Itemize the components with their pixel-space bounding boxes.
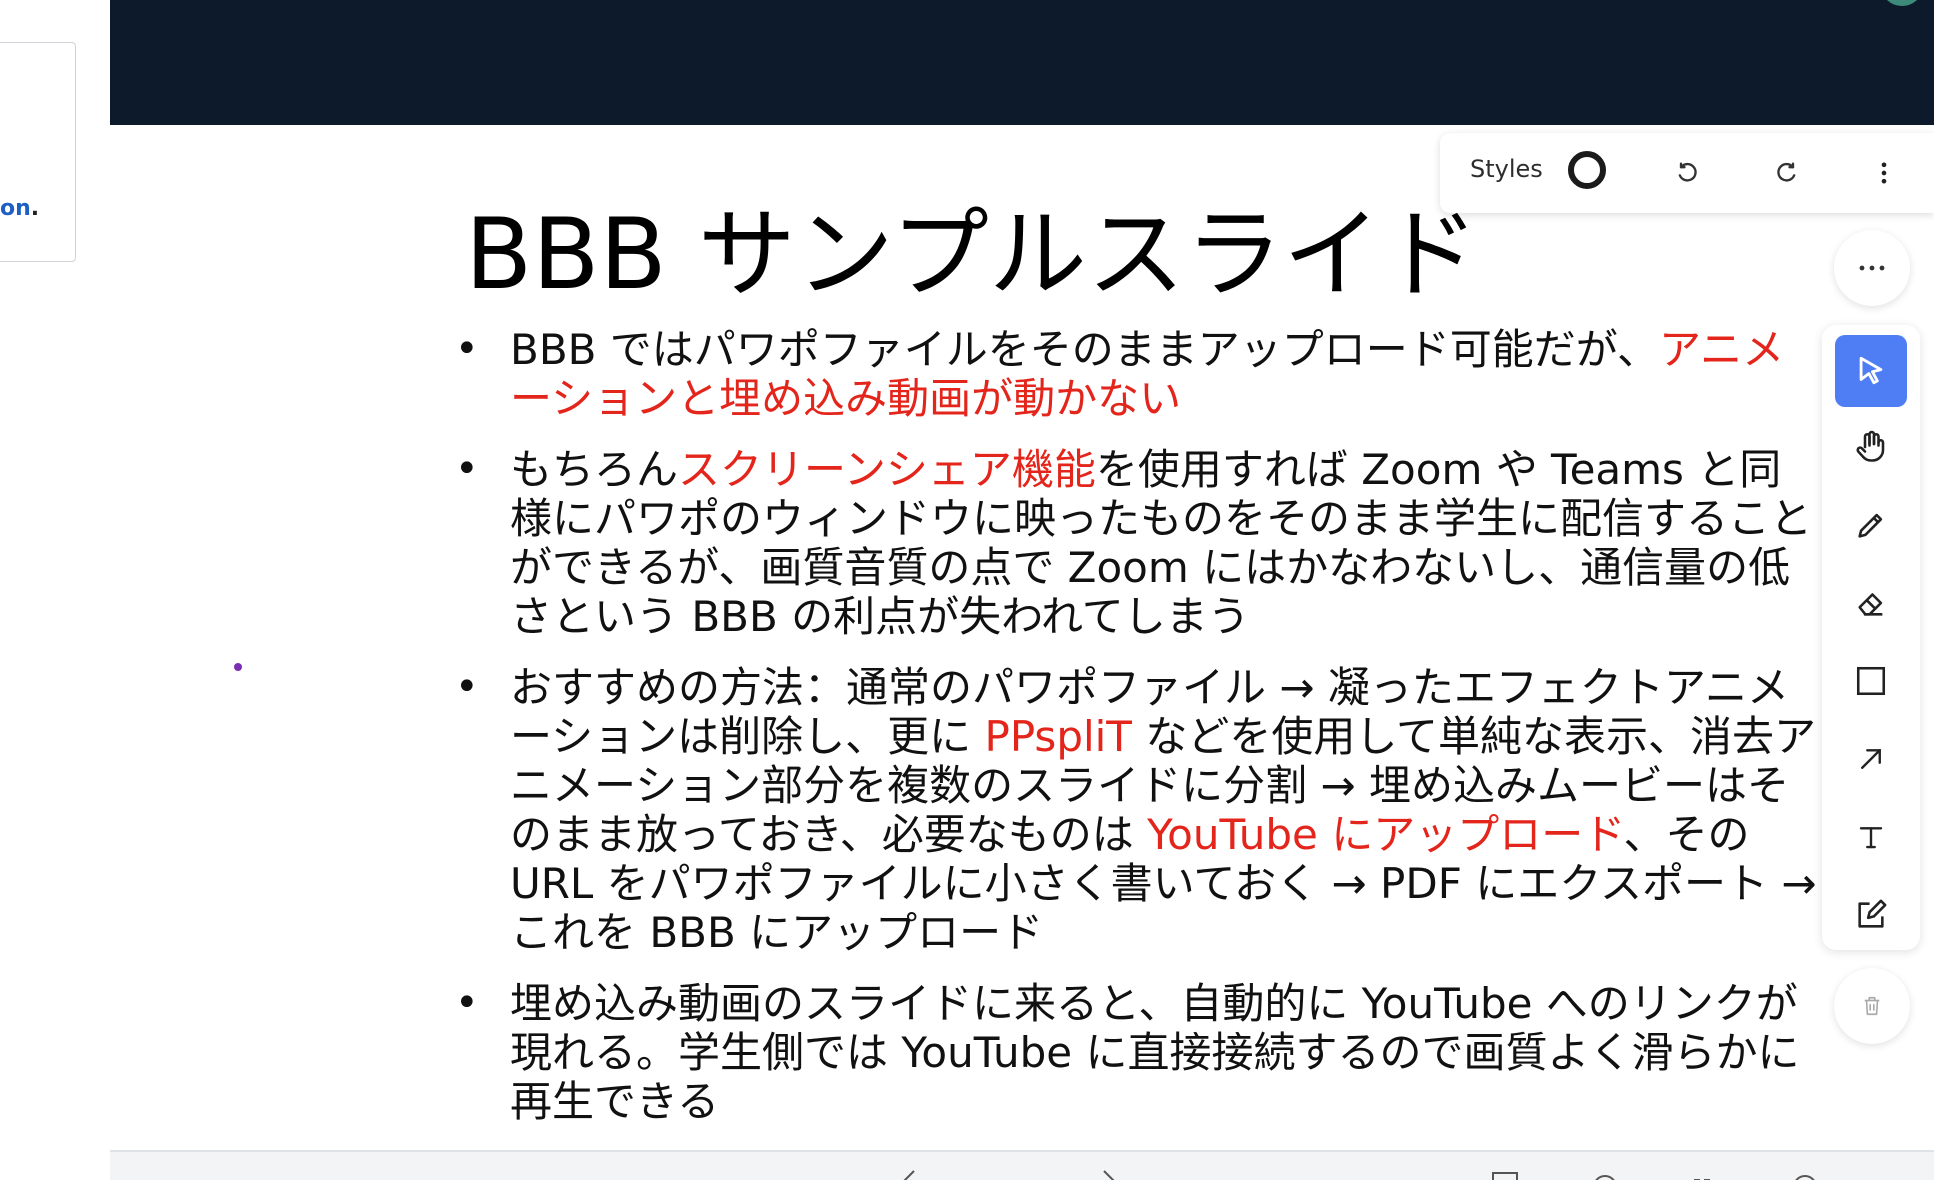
note-edit-icon[interactable]: [1835, 879, 1907, 951]
prev-slide-icon[interactable]: [900, 1164, 940, 1180]
rectangle-icon[interactable]: [1835, 645, 1907, 717]
bullet-text: もちろん: [510, 445, 679, 494]
bullet-text: 埋め込み動画のスライドに来ると、自動的に YouTube へのリンクが現れる。学…: [510, 979, 1800, 1126]
grid-icon[interactable]: [1690, 1164, 1720, 1180]
app-root: on. BBB サンプルスライド BBB ではパワポファイルをそのままアップロー…: [0, 0, 1934, 1180]
fit-icon[interactable]: [1490, 1164, 1520, 1180]
avatar[interactable]: [1882, 0, 1922, 6]
highlight-text: YouTube にアップロード: [1147, 810, 1624, 859]
slide-bullet: もちろんスクリーンシェア機能を使用すれば Zoom や Teams と同様にパワ…: [350, 445, 1820, 641]
slide-bullet: BBB ではパワポファイルをそのままアップロード可能だが、アニメーションと埋め込…: [350, 325, 1820, 423]
pencil-icon[interactable]: [1835, 489, 1907, 561]
next-slide-icon[interactable]: [1100, 1164, 1140, 1180]
bottom-bar: [110, 1150, 1934, 1180]
trash-icon[interactable]: [1834, 968, 1910, 1044]
zoom-icon[interactable]: [1590, 1164, 1620, 1180]
bullet-text: BBB ではパワポファイルをそのままアップロード可能だが、: [510, 325, 1659, 374]
presentation-area[interactable]: BBB サンプルスライド BBB ではパワポファイルをそのままアップロード可能だ…: [110, 125, 1934, 1150]
redo-icon[interactable]: [1766, 153, 1806, 193]
slide-bullet: おすすめの方法：通常のパワポファイル → 凝ったエフェクトアニメーションは削除し…: [350, 663, 1820, 957]
highlight-text: PPspliT: [984, 712, 1132, 761]
cursor-icon[interactable]: [1835, 335, 1907, 407]
left-link-text[interactable]: on: [0, 196, 31, 221]
hand-icon[interactable]: [1835, 411, 1907, 483]
eraser-icon[interactable]: [1835, 567, 1907, 639]
arrow-icon[interactable]: [1835, 723, 1907, 795]
left-panel: on.: [0, 0, 110, 1180]
left-card: [0, 42, 76, 262]
slide-bullet: 埋め込み動画のスライドに来ると、自動的に YouTube へのリンクが現れる。学…: [350, 979, 1820, 1126]
slide-title: BBB サンプルスライド: [465, 198, 1479, 312]
text-icon[interactable]: [1835, 801, 1907, 873]
styles-toolbar: Styles: [1440, 133, 1934, 213]
header-bar: [110, 0, 1934, 125]
undo-icon[interactable]: [1668, 153, 1708, 193]
more-horizontal-icon[interactable]: [1834, 230, 1910, 306]
highlight-text: スクリーンシェア機能: [678, 445, 1096, 494]
drawing-toolbar: [1822, 325, 1920, 950]
styles-button[interactable]: Styles: [1470, 155, 1543, 183]
style-color-circle-icon[interactable]: [1568, 151, 1606, 189]
left-link-suffix: .: [30, 196, 40, 221]
kebab-menu-icon[interactable]: [1864, 153, 1904, 193]
pointer-dot: [234, 663, 242, 671]
slide-bullet-list: BBB ではパワポファイルをそのままアップロード可能だが、アニメーションと埋め込…: [350, 325, 1820, 1148]
left-link[interactable]: on.: [0, 196, 39, 221]
help-icon[interactable]: [1790, 1164, 1820, 1180]
